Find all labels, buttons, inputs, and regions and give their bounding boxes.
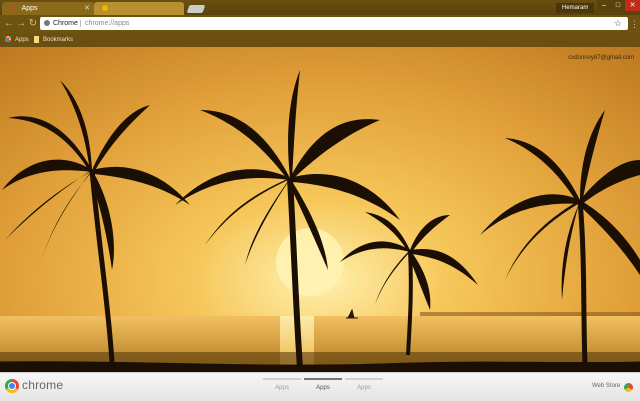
chrome-menu-icon[interactable]: ⋮ [630, 18, 639, 30]
bookmark-apps[interactable]: Apps [5, 33, 29, 47]
web-store-icon[interactable] [624, 383, 633, 392]
new-tab-button[interactable] [186, 5, 206, 13]
url-text[interactable]: chrome://apps [85, 17, 129, 30]
bookmarks-bar: Apps Bookmarks [0, 33, 640, 47]
close-window-button[interactable]: ✕ [625, 0, 640, 11]
page-indicator [304, 378, 342, 380]
security-chip[interactable]: Chrome [44, 17, 78, 30]
address-bar[interactable]: Chrome chrome://apps ☆ [40, 17, 628, 30]
chrome-logo-icon [5, 379, 19, 393]
tab-apps[interactable]: Apps ✕ [2, 2, 94, 15]
bookmark-folder[interactable]: Bookmarks [34, 33, 73, 47]
app-launcher-bar: chrome Apps Apps Apps Web Store [0, 372, 640, 401]
chrome-page-icon [44, 20, 50, 27]
folder-icon [34, 35, 39, 43]
sunset-palm-wallpaper [0, 0, 640, 400]
reload-icon[interactable]: ↻ [27, 18, 39, 30]
web-store-link[interactable]: Web Store [592, 383, 620, 389]
minimize-button[interactable]: – [597, 0, 611, 11]
apps-page-tab[interactable]: Apps [345, 378, 383, 391]
tab-label: Apps [21, 5, 38, 12]
tab-close-icon[interactable]: ✕ [84, 2, 90, 15]
page-favicon-icon [102, 5, 108, 12]
apps-page-tab[interactable]: Apps [304, 378, 342, 391]
back-arrow-icon[interactable]: ← [3, 18, 15, 30]
tab-strip: Apps ✕ Hemaram – □ ✕ [0, 0, 640, 15]
account-email[interactable]: cxdonnoy87@gmail.com [568, 55, 634, 61]
chrome-wordmark: chrome [22, 378, 64, 392]
page-indicator [263, 378, 301, 380]
omnibox-divider [80, 20, 81, 27]
bookmark-star-icon[interactable]: ☆ [614, 17, 622, 30]
apps-grid-icon [5, 36, 11, 43]
maximize-button[interactable]: □ [611, 0, 625, 11]
profile-button[interactable]: Hemaram [556, 3, 595, 13]
apps-page-tab[interactable]: Apps [263, 378, 301, 391]
tab-second[interactable] [94, 2, 184, 15]
page-indicator [345, 378, 383, 380]
forward-arrow-icon[interactable]: → [15, 18, 27, 30]
apps-grid-icon [10, 5, 16, 12]
toolbar: ← → ↻ Chrome chrome://apps ☆ ⋮ [0, 15, 640, 33]
